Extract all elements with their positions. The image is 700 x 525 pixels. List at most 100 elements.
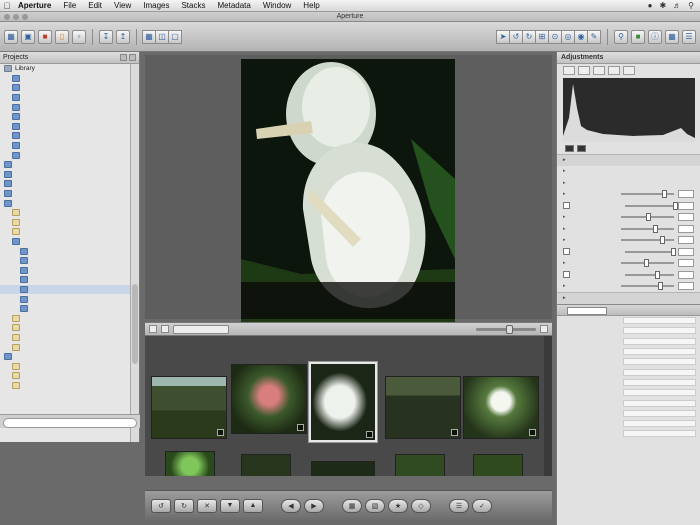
thumbnail-8[interactable]	[311, 461, 375, 476]
adjustment-row[interactable]: ▸	[557, 235, 700, 247]
browser-vertical-scrollbar[interactable]	[544, 336, 552, 476]
menu-view[interactable]: View	[110, 1, 139, 10]
stack-pick-button[interactable]: ★	[388, 498, 408, 513]
library-item[interactable]	[0, 102, 130, 112]
adjustment-value-field[interactable]	[678, 201, 694, 210]
slider-knob[interactable]	[662, 190, 667, 199]
library-item[interactable]: Library	[0, 64, 130, 74]
stack-open-button[interactable]: ▦	[342, 498, 362, 513]
adjustment-value-field[interactable]	[678, 282, 694, 291]
slider-knob[interactable]	[644, 259, 649, 268]
browser-view-icon[interactable]: ▦	[142, 29, 156, 44]
menu-window[interactable]: Window	[259, 1, 299, 10]
library-item[interactable]	[0, 237, 130, 247]
lift-stamp-icon[interactable]: ✎	[587, 29, 601, 44]
thumbnail-9[interactable]	[395, 454, 445, 476]
disclosure-triangle-icon[interactable]: ▸	[563, 295, 569, 301]
list-view-icon[interactable]	[161, 325, 169, 333]
disclosure-triangle-icon[interactable]: ▸	[563, 283, 569, 289]
apple-menu-icon[interactable]: 	[0, 1, 14, 11]
adjustment-slider[interactable]	[621, 224, 674, 233]
library-item[interactable]	[0, 275, 130, 285]
apply-button[interactable]: ✓	[472, 498, 492, 513]
adjustment-slider[interactable]	[625, 247, 676, 256]
hud-icon[interactable]: ▦	[665, 29, 679, 44]
status-icon[interactable]: ●	[648, 1, 653, 10]
metadata-value-field[interactable]	[623, 368, 696, 376]
adjustment-slider[interactable]	[621, 259, 674, 268]
thumbnail-3-selected[interactable]	[309, 362, 377, 442]
select-tool-icon[interactable]: ➤	[496, 29, 510, 44]
library-item[interactable]	[0, 150, 130, 160]
library-item[interactable]	[0, 131, 130, 141]
menu-file[interactable]: File	[59, 1, 84, 10]
adjustment-value-field[interactable]	[678, 270, 694, 279]
library-item[interactable]	[0, 361, 130, 371]
thumbs-down-icon[interactable]: ▼	[220, 498, 240, 513]
library-item[interactable]	[0, 170, 130, 180]
library-item[interactable]	[0, 160, 130, 170]
new-project-icon[interactable]: ▦	[4, 29, 18, 44]
adjustment-value-field[interactable]	[678, 213, 694, 222]
split-view-icon[interactable]: ◫	[155, 29, 169, 44]
new-book-icon[interactable]: ▯	[55, 29, 69, 44]
reject-button[interactable]: ✕	[197, 498, 217, 513]
panel-action-icon[interactable]	[120, 54, 127, 61]
menu-images[interactable]: Images	[139, 1, 177, 10]
straighten-icon[interactable]: ⊞	[535, 29, 549, 44]
library-item[interactable]	[0, 198, 130, 208]
app-menu[interactable]: Aperture	[14, 1, 59, 10]
library-item[interactable]	[0, 265, 130, 275]
grid-view-icon[interactable]	[149, 325, 157, 333]
adjustment-value-field[interactable]	[678, 190, 694, 199]
stack-close-button[interactable]: ▧	[365, 498, 385, 513]
adjustment-slider[interactable]	[625, 270, 674, 279]
adjustment-row[interactable]: ▸	[557, 154, 700, 166]
disclosure-triangle-icon[interactable]: ▸	[563, 168, 569, 174]
library-item[interactable]	[0, 304, 130, 314]
library-item[interactable]	[0, 141, 130, 151]
thumbnail-10[interactable]	[473, 454, 523, 476]
new-smart-album-icon[interactable]: ■	[38, 29, 52, 44]
adjustment-slider[interactable]	[621, 213, 674, 222]
metadata-value-field[interactable]	[623, 409, 696, 417]
library-item[interactable]	[0, 83, 130, 93]
library-item[interactable]	[0, 323, 130, 333]
slider-knob[interactable]	[673, 201, 678, 210]
library-item[interactable]	[0, 74, 130, 84]
library-item[interactable]	[0, 313, 130, 323]
panel-close-icon[interactable]	[129, 54, 136, 61]
adjustment-slider[interactable]	[621, 282, 674, 291]
adjustment-checkbox[interactable]	[563, 202, 570, 210]
disclosure-triangle-icon[interactable]: ▸	[563, 191, 569, 197]
metadata-value-field[interactable]	[623, 358, 696, 366]
previous-image-button[interactable]: ◀	[281, 498, 301, 513]
disclosure-triangle-icon[interactable]: ▸	[563, 260, 569, 266]
slider-knob[interactable]	[653, 224, 658, 233]
adjustment-slider[interactable]	[621, 236, 674, 245]
adjustment-checkbox[interactable]	[563, 248, 570, 256]
rotate-right-button[interactable]: ↻	[174, 498, 194, 513]
slider-knob[interactable]	[655, 270, 660, 279]
disclosure-triangle-icon[interactable]: ▸	[563, 180, 569, 186]
library-item[interactable]	[0, 294, 130, 304]
adjustment-row[interactable]: ▸	[557, 189, 700, 201]
search-filter-icon[interactable]	[540, 325, 548, 333]
spotlight-icon[interactable]: ⚲	[688, 1, 694, 10]
adjustment-row[interactable]: ▸	[557, 223, 700, 235]
histogram-option-icon[interactable]	[577, 145, 586, 152]
rotate-left-icon[interactable]: ↺	[509, 29, 523, 44]
sort-select[interactable]	[173, 324, 229, 334]
adjustment-row[interactable]	[557, 269, 700, 281]
library-item[interactable]	[0, 208, 130, 218]
full-screen-icon[interactable]: ■	[631, 29, 645, 44]
library-item[interactable]	[0, 381, 130, 391]
new-album-icon[interactable]: ▣	[21, 29, 35, 44]
adjust-tool-icon[interactable]	[608, 66, 620, 75]
inspector-icon[interactable]: ⓘ	[648, 29, 662, 44]
adjustment-slider[interactable]	[621, 190, 674, 199]
thumbnail-7[interactable]	[241, 454, 291, 476]
slider-knob[interactable]	[506, 324, 513, 334]
thumbnail-1[interactable]	[151, 376, 227, 439]
library-item[interactable]	[0, 256, 130, 266]
